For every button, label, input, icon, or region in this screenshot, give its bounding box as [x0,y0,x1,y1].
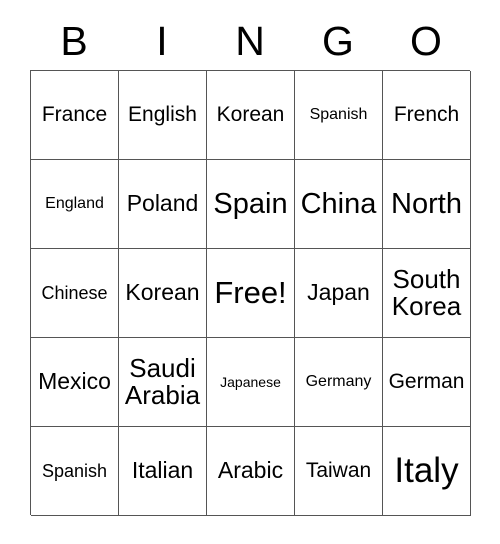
bingo-cell[interactable]: French [383,71,471,160]
bingo-cell[interactable]: Italy [383,427,471,516]
bingo-cell[interactable]: Germany [295,338,383,427]
bingo-cell[interactable]: Korean [119,249,207,338]
bingo-cell-label: South Korea [391,263,462,321]
bingo-cell-label: Japan [307,279,370,306]
bingo-cell-label: China [300,187,377,220]
header-letter-n: N [235,17,265,64]
bingo-cell[interactable]: Spanish [295,71,383,160]
bingo-cell[interactable]: Poland [119,160,207,249]
bingo-cell-label: Poland [126,190,199,217]
bingo-cell-label: Italy [394,450,459,490]
bingo-cell[interactable]: Chinese [31,249,119,338]
bingo-cell-label: Taiwan [305,459,372,483]
bingo-cell-label: Spanish [309,105,368,123]
bingo-cell-label: England [45,194,104,212]
header-letter-b: B [60,17,88,64]
bingo-card: B I N G O France English Korean Spanish Fren… [0,0,500,544]
bingo-cell-label: Chinese [41,282,108,303]
bingo-cell[interactable]: Italian [119,427,207,516]
bingo-header-row: B I N G O [30,12,470,70]
bingo-cell-label: Free! [214,274,287,310]
bingo-cell[interactable]: France [31,71,119,160]
bingo-cell[interactable]: Japanese [207,338,295,427]
bingo-cell[interactable]: Saudi Arabia [119,338,207,427]
bingo-cell[interactable]: Spain [207,160,295,249]
bingo-cell[interactable]: Arabic [207,427,295,516]
bingo-cell-label: Italian [131,457,194,484]
header-letter-i: I [156,17,168,64]
bingo-cell[interactable]: English [119,71,207,160]
bingo-grid: France English Korean Spanish French England P… [30,70,471,516]
bingo-cell-label: English [128,103,197,127]
bingo-cell-label: French [393,103,460,127]
bingo-cell-label: Korean [216,103,285,127]
bingo-cell[interactable]: North [383,160,471,249]
bingo-cell-label: Korean [125,279,200,306]
bingo-cell-label: German [388,370,465,394]
bingo-cell-label: Spain [213,187,288,220]
bingo-cell-label: Spanish [41,460,108,481]
bingo-cell[interactable]: Korean [207,71,295,160]
bingo-cell-label: North [391,187,462,220]
bingo-cell[interactable]: England [31,160,119,249]
bingo-cell[interactable]: Free! [207,249,295,338]
bingo-cell[interactable]: Japan [295,249,383,338]
bingo-cell[interactable]: Taiwan [295,427,383,516]
bingo-cell[interactable]: Spanish [31,427,119,516]
bingo-cell[interactable]: German [383,338,471,427]
bingo-cell-label: Arabic [217,457,284,484]
bingo-cell-label: Saudi Arabia [124,352,201,410]
header-letter-g: G [322,17,354,64]
bingo-cell-label: France [41,103,108,127]
bingo-cell[interactable]: Mexico [31,338,119,427]
header-letter-o: O [410,17,442,64]
bingo-cell-label: Mexico [38,368,111,395]
bingo-cell[interactable]: China [295,160,383,249]
bingo-cell[interactable]: South Korea [383,249,471,338]
bingo-cell-label: Germany [305,372,372,390]
bingo-cell-label: Japanese [220,373,281,390]
